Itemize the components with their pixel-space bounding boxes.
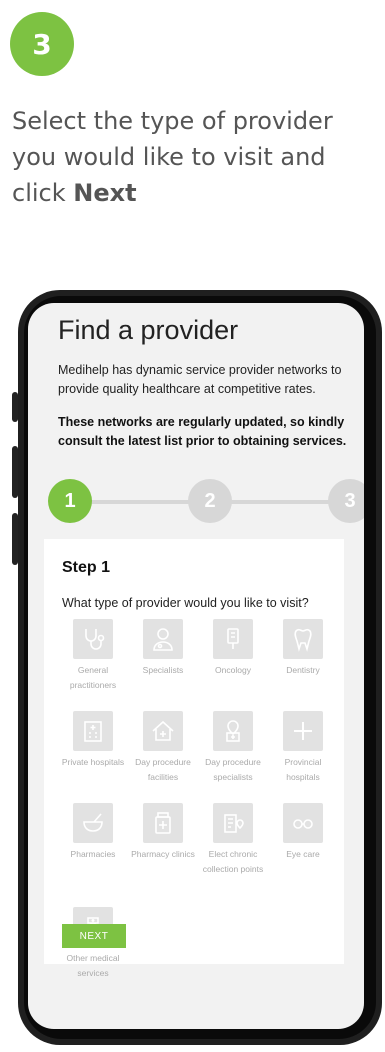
provider-tile-day-procedure-specialists[interactable]: Day procedure specialists: [198, 711, 268, 785]
provider-tile-day-procedure-facilities[interactable]: Day procedure facilities: [128, 711, 198, 785]
provider-tile-elect-chronic-collection-points[interactable]: Elect chronic collection points: [198, 803, 268, 877]
step-heading: Step 1: [62, 559, 111, 576]
stethoscope-icon: [73, 619, 113, 659]
mortar-pestle-icon: [73, 803, 113, 843]
intro-text: Medihelp has dynamic service provider ne…: [58, 363, 342, 396]
provider-label: Other medical services: [66, 953, 120, 978]
provider-question: What type of provider would you like to …: [62, 596, 309, 610]
doctor-icon: [143, 619, 183, 659]
phone-side-button: [12, 446, 18, 498]
step-1-indicator: 1: [48, 479, 92, 523]
provider-label: Provincial hospitals: [284, 757, 322, 782]
provider-label: Private hospitals: [61, 757, 125, 767]
stepper-line: [88, 500, 198, 504]
provider-tile-oncology[interactable]: Oncology: [198, 619, 268, 678]
house-plus-icon: [143, 711, 183, 751]
provider-label: Elect chronic collection points: [202, 849, 264, 874]
instruction-text: Select the type of provider you would li…: [12, 103, 377, 211]
provider-label: Oncology: [215, 665, 251, 675]
provider-tile-pharmacy-clinics[interactable]: Pharmacy clinics: [128, 803, 198, 862]
hospital-building-icon: [73, 711, 113, 751]
pharmacy-location-icon: [213, 803, 253, 843]
provider-label: Specialists: [142, 665, 184, 675]
provider-tile-private-hospitals[interactable]: Private hospitals: [58, 711, 128, 770]
provider-label: Day procedure specialists: [205, 757, 261, 782]
provider-label: Pharmacies: [70, 849, 116, 859]
step-2-indicator: 2: [188, 479, 232, 523]
medicine-bottle-icon: [143, 803, 183, 843]
provider-label: General practitioners: [69, 665, 117, 690]
location-plus-icon: [213, 711, 253, 751]
notice-text: These networks are regularly updated, so…: [58, 415, 347, 448]
provider-label: Dentistry: [286, 665, 320, 675]
phone-side-button: [12, 513, 18, 565]
step-3-indicator: 3: [328, 479, 364, 523]
provider-tile-dentistry[interactable]: Dentistry: [268, 619, 338, 678]
page-title: Find a provider: [58, 315, 239, 345]
step-card: Step 1 What type of provider would you l…: [44, 539, 344, 978]
tooth-icon: [283, 619, 323, 659]
provider-tile-provincial-hospitals[interactable]: Provincial hospitals: [268, 711, 338, 785]
phone-screen: Find a provider Medihelp has dynamic ser…: [28, 303, 364, 1029]
provider-tile-specialists[interactable]: Specialists: [128, 619, 198, 678]
instruction-prefix: Select the type of provider you would li…: [12, 107, 333, 207]
phone-side-button: [12, 392, 18, 422]
iv-drip-icon: [213, 619, 253, 659]
provider-tile-eye-care[interactable]: Eye care: [268, 803, 338, 862]
provider-tile-pharmacies[interactable]: Pharmacies: [58, 803, 128, 862]
progress-stepper: 1 2 3: [48, 479, 364, 525]
provider-label: Day procedure facilities: [135, 757, 191, 782]
step-number-badge: 3: [10, 12, 74, 76]
instruction-bold: Next: [73, 179, 137, 207]
provider-label: Eye care: [286, 849, 320, 859]
provider-label: Pharmacy clinics: [131, 849, 195, 859]
glasses-icon: [283, 803, 323, 843]
stepper-line: [230, 500, 342, 504]
provider-tile-general-practitioners[interactable]: General practitioners: [58, 619, 128, 693]
next-button[interactable]: NEXT: [62, 924, 126, 948]
plus-icon: [283, 711, 323, 751]
